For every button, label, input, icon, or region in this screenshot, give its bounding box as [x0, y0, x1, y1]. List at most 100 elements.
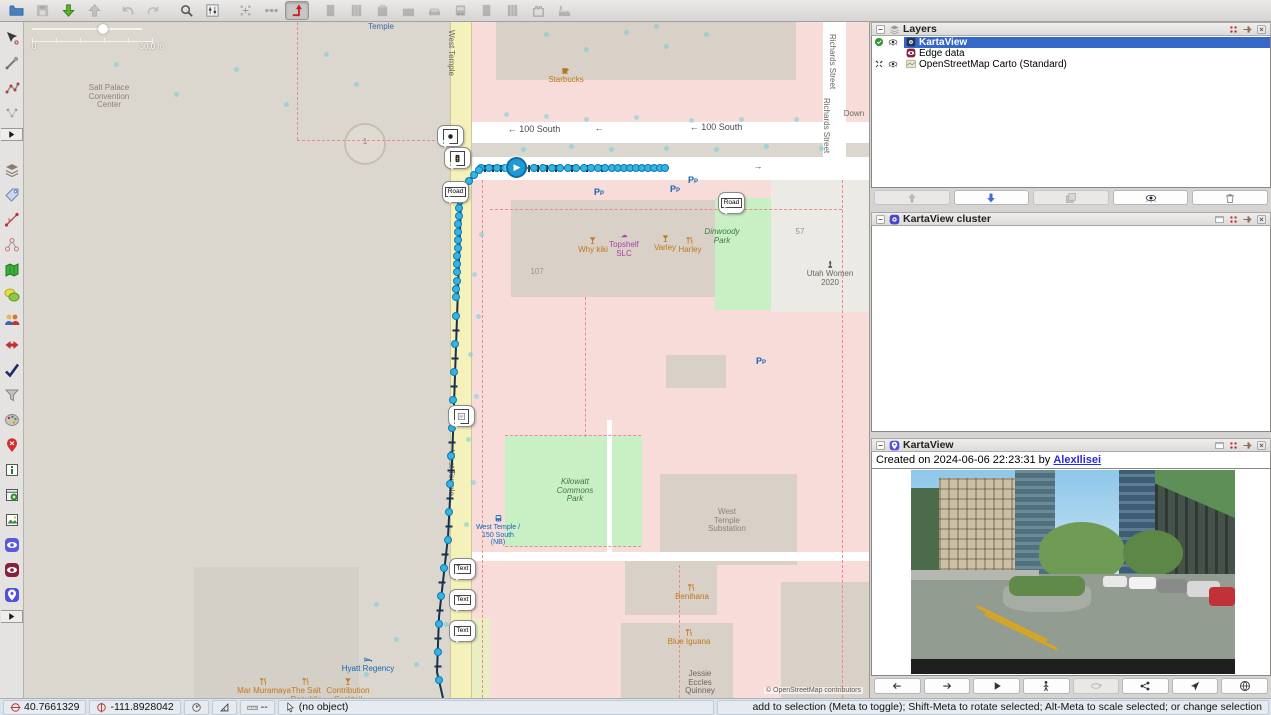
- building-tool-4[interactable]: [396, 1, 420, 20]
- show-hide-layer-button[interactable]: [1113, 190, 1189, 205]
- photo-dot[interactable]: [452, 285, 460, 293]
- map-marker-dot[interactable]: [437, 125, 464, 147]
- building-tool-2[interactable]: [344, 1, 368, 20]
- layer-row-kartaview[interactable]: KartaView: [872, 37, 1270, 48]
- kartaview-layer-toggle[interactable]: [2, 535, 22, 555]
- photo-dot[interactable]: [548, 164, 556, 172]
- building-tool-1[interactable]: [318, 1, 342, 20]
- map-marker-sign[interactable]: [448, 405, 475, 427]
- photo-dot[interactable]: [452, 293, 460, 301]
- map-marker-text[interactable]: Text: [449, 620, 476, 642]
- photo-dot[interactable]: [493, 164, 501, 172]
- photo-dot[interactable]: [453, 252, 461, 260]
- kartaview-panel-toggle[interactable]: [2, 585, 22, 605]
- building-tool-5[interactable]: [474, 1, 498, 20]
- conflict-tool[interactable]: [2, 335, 22, 355]
- layer-row-openstreetmap-carto-standard-[interactable]: OpenStreetMap Carto (Standard): [872, 59, 1270, 70]
- merge-nodes-button[interactable]: [233, 1, 257, 20]
- share-button[interactable]: [1122, 678, 1169, 694]
- close-icon[interactable]: [1256, 440, 1267, 451]
- changeset-tool[interactable]: [2, 485, 22, 505]
- mappaint-layers-tool[interactable]: [2, 160, 22, 180]
- native-scale-icon[interactable]: [874, 59, 888, 70]
- redo-button[interactable]: [141, 1, 165, 20]
- delete-layer-button[interactable]: [1192, 190, 1268, 205]
- save-button[interactable]: [30, 1, 54, 20]
- photo-dot[interactable]: [435, 676, 443, 684]
- pin-icon[interactable]: [1242, 24, 1253, 35]
- photo-dot[interactable]: [434, 648, 442, 656]
- industry-tool[interactable]: [552, 1, 576, 20]
- map-marker-road[interactable]: Road: [718, 192, 745, 214]
- select-tool[interactable]: [2, 28, 22, 48]
- photo-dot[interactable]: [455, 204, 463, 212]
- map-marker-signal[interactable]: [444, 147, 471, 169]
- pin-icon[interactable]: [1242, 440, 1253, 451]
- photo-dot[interactable]: [661, 164, 669, 172]
- map-marker-road[interactable]: Road: [442, 181, 469, 203]
- selected-photo-dot[interactable]: ▶: [506, 157, 527, 178]
- zoom-slider[interactable]: [32, 28, 142, 30]
- open-web-button[interactable]: [1221, 678, 1268, 694]
- photo-dot[interactable]: [564, 164, 572, 172]
- photo-dot[interactable]: [530, 164, 538, 172]
- expand-tools-button[interactable]: [1, 128, 23, 141]
- photo-dot[interactable]: [454, 228, 462, 236]
- follow-location-button[interactable]: [1172, 678, 1219, 694]
- photo-dot[interactable]: [449, 396, 457, 404]
- photo-dot[interactable]: [450, 368, 458, 376]
- layer-visibility-toggle[interactable]: [888, 59, 904, 70]
- street-photo[interactable]: [911, 470, 1235, 674]
- photo-dot[interactable]: [539, 164, 547, 172]
- undo-button[interactable]: [115, 1, 139, 20]
- map-styles-tool[interactable]: [2, 410, 22, 430]
- upload-data-button[interactable]: [82, 1, 106, 20]
- photo-dot[interactable]: [572, 164, 580, 172]
- photo-dot[interactable]: [454, 220, 462, 228]
- previous-photo-button[interactable]: [874, 678, 921, 694]
- photo-dot[interactable]: [447, 452, 455, 460]
- photo-dot[interactable]: [556, 164, 564, 172]
- map-marker-text[interactable]: Text: [449, 558, 476, 580]
- collapse-icon[interactable]: [875, 440, 886, 451]
- tags-tool[interactable]: [2, 185, 22, 205]
- photo-dot[interactable]: [485, 164, 493, 172]
- photo-dot[interactable]: [453, 260, 461, 268]
- authors-tool[interactable]: [2, 310, 22, 330]
- draw-nodes-tool[interactable]: [2, 53, 22, 73]
- vehicle-tool-1[interactable]: [422, 1, 446, 20]
- photo-dot[interactable]: [440, 564, 448, 572]
- validator-tool[interactable]: [2, 360, 22, 380]
- distribute-nodes-button[interactable]: [259, 1, 283, 20]
- edge-data-toggle[interactable]: [2, 560, 22, 580]
- rotate-360-button[interactable]: [1073, 678, 1120, 694]
- notes-tool[interactable]: [2, 285, 22, 305]
- author-link[interactable]: AlexIlisei: [1053, 454, 1101, 466]
- photo-dot[interactable]: [454, 236, 462, 244]
- search-button[interactable]: [174, 1, 198, 20]
- building-tool-6[interactable]: [500, 1, 524, 20]
- map-tool[interactable]: [2, 260, 22, 280]
- map-marker-text[interactable]: Text: [449, 589, 476, 611]
- open-file-button[interactable]: [4, 1, 28, 20]
- collapse-icon[interactable]: [875, 214, 886, 225]
- layer-visibility-toggle[interactable]: [888, 37, 904, 48]
- photo-dot[interactable]: [453, 277, 461, 285]
- sticky-icon[interactable]: [1228, 24, 1239, 35]
- photo-dot[interactable]: [451, 340, 459, 348]
- castle-tool[interactable]: [526, 1, 550, 20]
- switch-photo-format-button[interactable]: [1023, 678, 1070, 694]
- duplicate-layer-button[interactable]: [1033, 190, 1109, 205]
- info-tool[interactable]: [2, 460, 22, 480]
- move-layer-down-button[interactable]: [954, 190, 1030, 205]
- sticky-icon[interactable]: [1228, 440, 1239, 451]
- photo-dot[interactable]: [435, 620, 443, 628]
- draw-way-tool[interactable]: [2, 78, 22, 98]
- map-canvas[interactable]: 0 30.0 m © OpenStreetMap contributors Te…: [24, 22, 869, 698]
- layer-row-edge-data[interactable]: Edge data: [872, 48, 1270, 59]
- sticky-icon[interactable]: [1228, 214, 1239, 225]
- close-icon[interactable]: [1256, 214, 1267, 225]
- photo-dot[interactable]: [444, 536, 452, 544]
- photo-dot[interactable]: [453, 268, 461, 276]
- window-icon[interactable]: [1214, 214, 1225, 225]
